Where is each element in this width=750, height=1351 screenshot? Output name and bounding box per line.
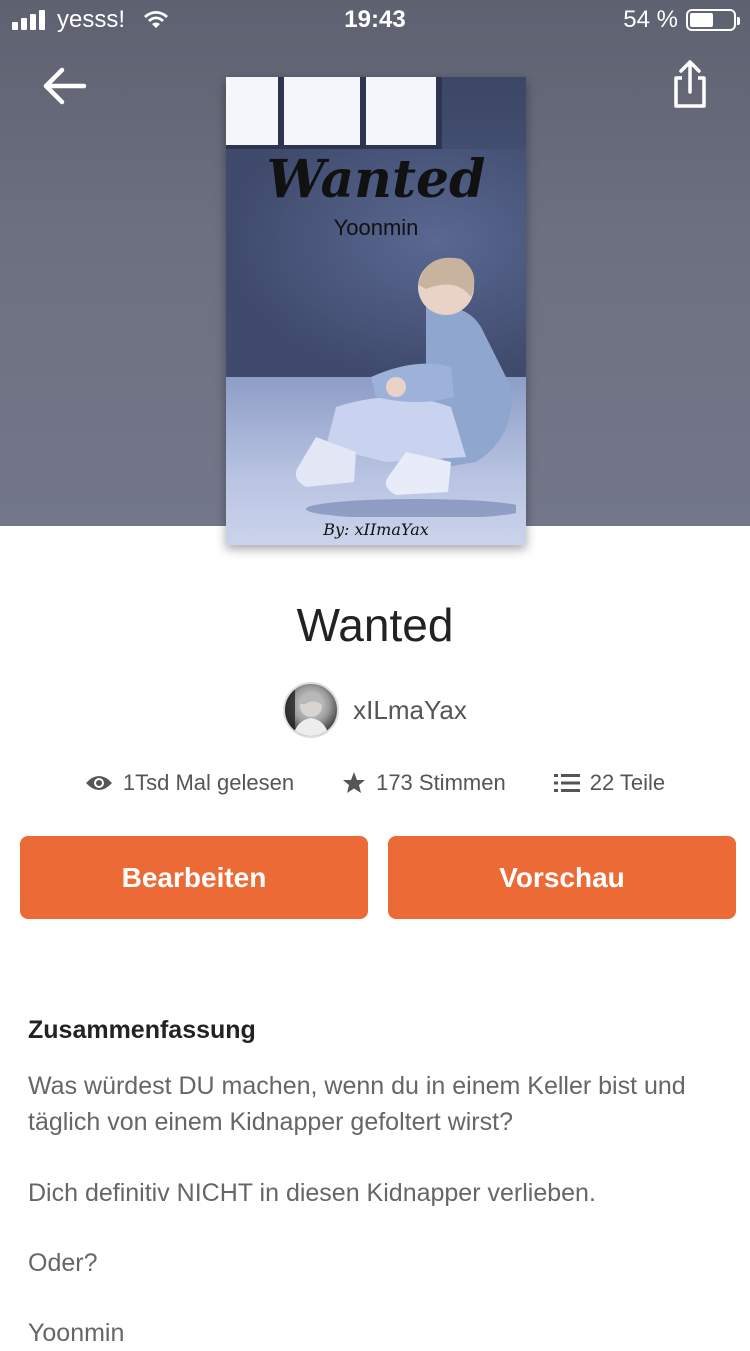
cover-title: Wanted	[266, 149, 486, 210]
stats-row: 1Tsd Mal gelesen 173 Stimmen 22 Teile	[0, 770, 750, 796]
avatar[interactable]	[283, 682, 340, 738]
reads-count: 1Tsd Mal gelesen	[122, 770, 295, 795]
parts-stat: 22 Teile	[553, 770, 666, 796]
arrow-left-icon	[43, 67, 87, 105]
eye-icon	[85, 776, 112, 790]
cover-author: By: xIImaYax	[323, 520, 429, 539]
share-icon	[674, 60, 706, 108]
preview-button[interactable]: Vorschau	[388, 836, 736, 919]
reads-stat: 1Tsd Mal gelesen	[85, 770, 294, 796]
edit-button[interactable]: Bearbeiten	[20, 836, 368, 919]
battery-icon	[686, 9, 740, 31]
book-cover[interactable]: Wanted Yoonmin By: xIImaYax	[226, 77, 526, 545]
author-row[interactable]: xILmaYax	[0, 682, 750, 738]
votes-stat: 173 Stimmen	[342, 770, 506, 796]
summary-paragraph: Yoonmin	[28, 1319, 125, 1347]
story-title: Wanted	[296, 599, 454, 651]
cover-window	[226, 77, 442, 149]
battery-percent: 54 %	[623, 6, 678, 33]
summary-heading: Zusammenfassung	[28, 1016, 256, 1044]
summary-paragraph: Dich definitiv NICHT in diesen Kidnapper…	[28, 1179, 596, 1207]
avatar-image	[285, 684, 330, 736]
status-bar: yesss! 19:43 54 %	[0, 0, 750, 42]
cover-figure-illustration	[295, 257, 516, 517]
share-button[interactable]	[670, 58, 710, 110]
star-icon	[343, 772, 366, 793]
summary-paragraph: Was würdest DU machen, wenn du in einem …	[28, 1072, 686, 1136]
summary-paragraph: Oder?	[28, 1249, 98, 1277]
back-button[interactable]	[38, 60, 90, 112]
votes-count: 173 Stimmen	[376, 770, 506, 795]
parts-count: 22 Teile	[589, 770, 666, 795]
author-name[interactable]: xILmaYax	[353, 695, 467, 726]
battery-level	[690, 13, 713, 27]
status-right: 54 %	[623, 6, 740, 34]
list-icon	[553, 774, 580, 792]
cover-subtitle: Yoonmin	[333, 215, 419, 240]
